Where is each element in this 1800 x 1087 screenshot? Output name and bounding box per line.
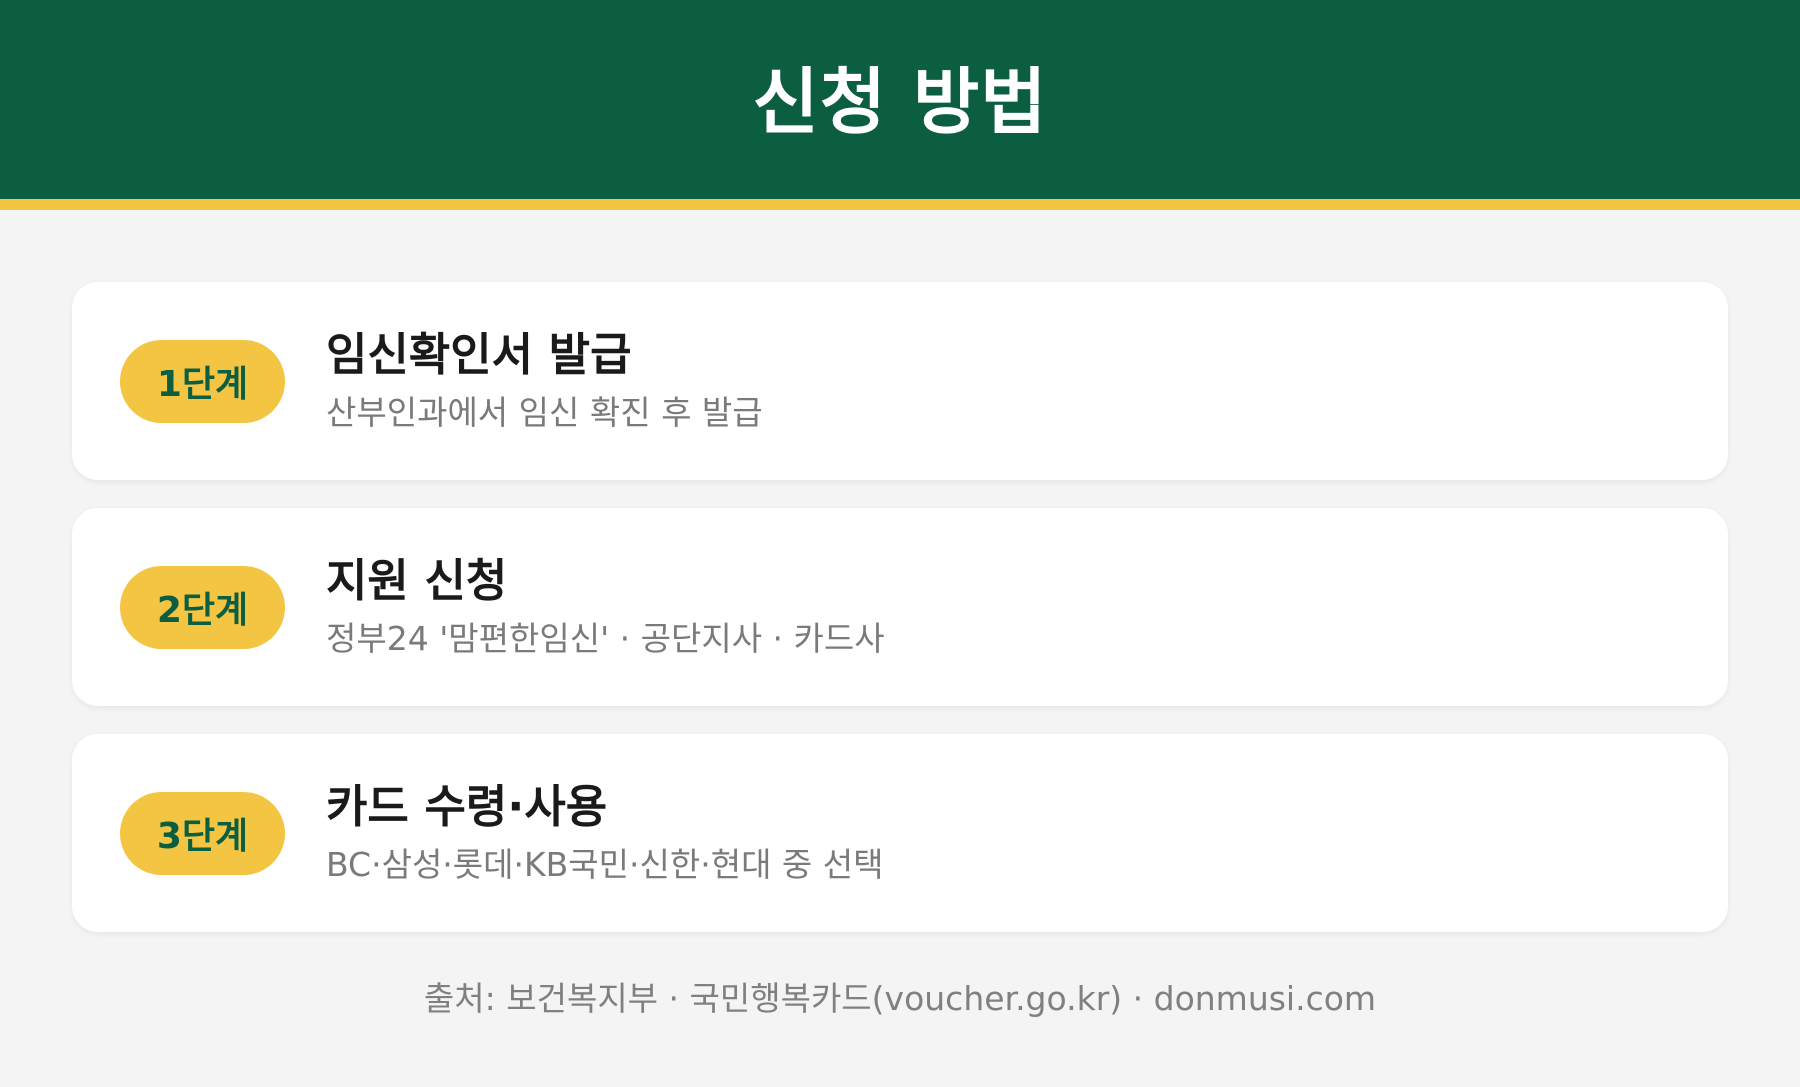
step-badge: 1단계	[120, 339, 285, 423]
step-list: 1단계 임신확인서 발급 산부인과에서 임신 확진 후 발급 2단계 지원 신청…	[72, 282, 1728, 960]
step-text: 지원 신청 정부24 '맘편한임신' · 공단지사 · 카드사	[326, 555, 885, 658]
step-description: 산부인과에서 임신 확진 후 발급	[326, 393, 763, 433]
step-card-1: 1단계 임신확인서 발급 산부인과에서 임신 확진 후 발급	[72, 282, 1728, 480]
step-badge: 2단계	[120, 565, 285, 649]
step-title: 지원 신청	[326, 554, 508, 608]
step-description: 정부24 '맘편한임신' · 공단지사 · 카드사	[326, 619, 885, 659]
step-card-2: 2단계 지원 신청 정부24 '맘편한임신' · 공단지사 · 카드사	[72, 508, 1728, 706]
step-text: 임신확인서 발급 산부인과에서 임신 확진 후 발급	[326, 329, 763, 432]
page-header: 신청 방법	[0, 0, 1800, 210]
step-title: 임신확인서 발급	[326, 328, 632, 382]
step-title: 카드 수령·사용	[326, 780, 608, 834]
step-text: 카드 수령·사용 BC·삼성·롯데·KB국민·신한·현대 중 선택	[326, 781, 884, 884]
page-title: 신청 방법	[752, 60, 1048, 144]
step-description: BC·삼성·롯데·KB국민·신한·현대 중 선택	[326, 845, 884, 885]
source-footer: 출처: 보건복지부 · 국민행복카드(voucher.go.kr) · donm…	[423, 979, 1377, 1018]
step-badge: 3단계	[120, 791, 285, 875]
step-card-3: 3단계 카드 수령·사용 BC·삼성·롯데·KB국민·신한·현대 중 선택	[72, 734, 1728, 932]
